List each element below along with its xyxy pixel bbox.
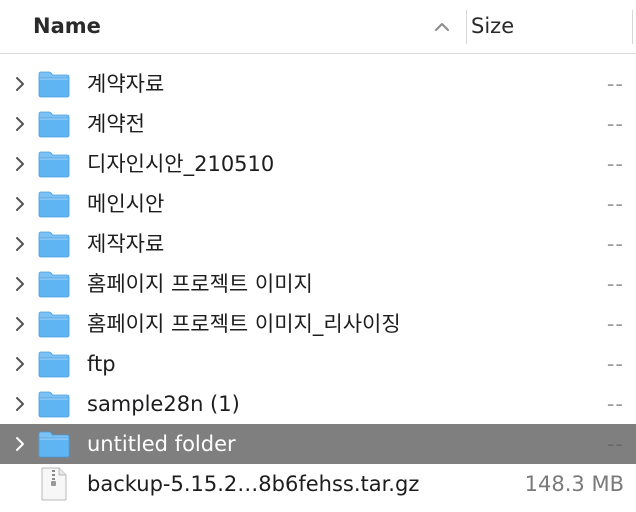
folder-icon (38, 391, 70, 418)
folder-row[interactable]: untitled folder -- (0, 424, 636, 464)
disclosure-chevron-icon[interactable] (12, 236, 28, 252)
folder-icon (38, 351, 70, 378)
row-name: sample28n (1) (87, 392, 240, 416)
list-header: Name Size (0, 0, 636, 54)
folder-icon (38, 271, 70, 298)
folder-row[interactable]: 계약자료 -- (0, 64, 636, 104)
row-name: 홈페이지 프로젝트 이미지_리사이징 (87, 312, 401, 336)
folder-row[interactable]: 메인시안 -- (0, 184, 636, 224)
folder-icon (38, 111, 70, 138)
folder-icon (38, 311, 70, 338)
disclosure-chevron-icon[interactable] (12, 276, 28, 292)
row-size: -- (606, 352, 624, 376)
name-column-header[interactable]: Name (33, 0, 101, 53)
disclosure-chevron-icon[interactable] (12, 316, 28, 332)
folder-icon (38, 151, 70, 178)
disclosure-chevron-icon[interactable] (12, 356, 28, 372)
row-name: backup-5.15.2…8b6fehss.tar.gz (87, 472, 420, 496)
folder-row[interactable]: 디자인시안_210510 -- (0, 144, 636, 184)
row-size: -- (606, 232, 624, 256)
size-column-header[interactable]: Size (471, 0, 514, 53)
folder-icon (38, 71, 70, 98)
row-size: -- (606, 312, 624, 336)
row-size: -- (606, 72, 624, 96)
folder-row[interactable]: ftp -- (0, 344, 636, 384)
folder-row[interactable]: 홈페이지 프로젝트 이미지 -- (0, 264, 636, 304)
disclosure-chevron-icon[interactable] (12, 396, 28, 412)
folder-icon (38, 191, 70, 218)
row-name: ftp (87, 352, 116, 376)
file-row[interactable]: backup-5.15.2…8b6fehss.tar.gz 148.3 MB (0, 464, 636, 504)
row-name: 계약전 (87, 112, 145, 136)
row-size: 148.3 MB (524, 472, 624, 496)
folder-icon (38, 431, 70, 458)
row-size: -- (606, 392, 624, 416)
disclosure-chevron-icon[interactable] (12, 196, 28, 212)
disclosure-chevron-icon[interactable] (12, 76, 28, 92)
column-divider-right[interactable] (632, 10, 633, 44)
row-size: -- (606, 112, 624, 136)
disclosure-chevron-icon[interactable] (12, 116, 28, 132)
row-name: 계약자료 (87, 72, 165, 96)
row-size: -- (606, 272, 624, 296)
chevron-up-icon[interactable] (432, 17, 452, 37)
finder-window: Name Size 계약자료 -- 계약전 -- 디자인시안_210510 -- 메인시안 -… (0, 0, 636, 512)
row-size: -- (606, 192, 624, 216)
row-name: 디자인시안_210510 (87, 152, 275, 176)
row-name: 메인시안 (87, 192, 165, 216)
disclosure-chevron-icon[interactable] (12, 436, 28, 452)
folder-icon (38, 231, 70, 258)
archive-file-icon (41, 467, 67, 501)
file-list: 계약자료 -- 계약전 -- 디자인시안_210510 -- 메인시안 -- 제작자료 -- 홈페이… (0, 64, 636, 504)
folder-row[interactable]: 홈페이지 프로젝트 이미지_리사이징 -- (0, 304, 636, 344)
row-name: 제작자료 (87, 232, 165, 256)
disclosure-chevron-icon[interactable] (12, 156, 28, 172)
row-size: -- (606, 432, 624, 456)
folder-row[interactable]: 제작자료 -- (0, 224, 636, 264)
folder-row[interactable]: sample28n (1) -- (0, 384, 636, 424)
row-name: 홈페이지 프로젝트 이미지 (87, 272, 313, 296)
folder-row[interactable]: 계약전 -- (0, 104, 636, 144)
row-name: untitled folder (87, 432, 236, 456)
column-divider[interactable] (466, 10, 467, 44)
row-size: -- (606, 152, 624, 176)
